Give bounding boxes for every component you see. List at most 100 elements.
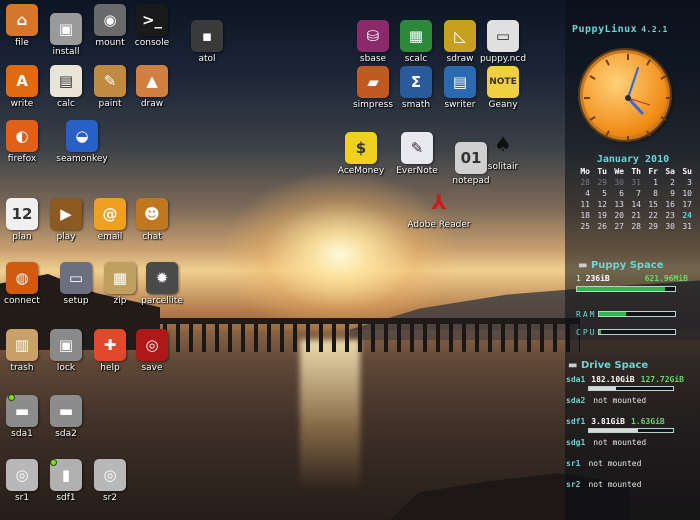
drive-row-sdf1: sdf1 3.81GiB 1.63GiB bbox=[566, 417, 665, 426]
calendar-day: 14 bbox=[631, 200, 641, 209]
calendar-day: 18 bbox=[580, 211, 590, 220]
save-icon: ◎ bbox=[136, 329, 168, 361]
desktop-icon-geany[interactable]: NOTE Geany bbox=[468, 66, 538, 110]
icon-label: file bbox=[15, 38, 29, 48]
icon-label: Adobe Reader bbox=[407, 220, 471, 230]
drive-space-title: ▬ Drive Space bbox=[568, 360, 649, 371]
calendar-day: 16 bbox=[665, 200, 675, 209]
desktop-icon-atol[interactable]: ▪ atol bbox=[172, 20, 242, 64]
ram-bar bbox=[598, 311, 676, 317]
geany-icon: NOTE bbox=[487, 66, 519, 98]
desktop-icon-parcellite[interactable]: ✹ parcellite bbox=[127, 262, 197, 306]
icon-label: solitair bbox=[487, 162, 519, 172]
calendar-day: 24 bbox=[682, 211, 692, 220]
icon-label: install bbox=[52, 47, 80, 57]
clock-face bbox=[584, 54, 672, 142]
icon-label: notepad bbox=[452, 176, 490, 186]
calendar-day: 8 bbox=[653, 189, 658, 198]
shapes-icon: ▲ bbox=[136, 65, 168, 97]
calendar-day: 6 bbox=[619, 189, 624, 198]
drive-status: not mounted bbox=[593, 438, 647, 447]
drive-row-sdg1: sdg1 not mounted bbox=[566, 438, 646, 447]
drive-status: not mounted bbox=[588, 480, 642, 489]
mounted-indicator bbox=[8, 394, 15, 401]
desktop-icon-chat[interactable]: ☻ chat bbox=[117, 198, 187, 242]
icon-label: sda1 bbox=[11, 429, 33, 439]
terminal-icon: >_ bbox=[136, 4, 168, 36]
calendar-day: 15 bbox=[648, 200, 658, 209]
calendar-day: 9 bbox=[670, 189, 675, 198]
clock-tick bbox=[646, 59, 651, 66]
calendar-day: 28 bbox=[580, 178, 590, 187]
drive-icon: ▬ bbox=[578, 260, 588, 271]
calendar-weekday: Fr bbox=[648, 167, 658, 176]
icon-label: sr2 bbox=[102, 493, 118, 503]
icon-label: atol bbox=[198, 54, 216, 64]
firefox-icon: ◐ bbox=[6, 120, 38, 152]
icon-label: AceMoney bbox=[337, 166, 385, 176]
atol-icon: ▪ bbox=[191, 20, 223, 52]
gear-icon: ✹ bbox=[146, 262, 178, 294]
calendar-day: 20 bbox=[614, 211, 624, 220]
calendar-day: 25 bbox=[580, 222, 590, 231]
calendar-day: 11 bbox=[580, 200, 590, 209]
calendar-weekday: Su bbox=[682, 167, 692, 176]
calendar-weekday: Tu bbox=[597, 167, 607, 176]
desktop-icon-sda2[interactable]: ▬ sda2 bbox=[31, 395, 101, 439]
calendar-weekday: We bbox=[614, 167, 624, 176]
drive-row-sda1: sda1 182.10GiB 127.72GiB bbox=[566, 375, 684, 384]
desktop-icon-sr2[interactable]: ◎ sr2 bbox=[75, 459, 145, 503]
money-icon: $ bbox=[345, 132, 377, 164]
icon-label: save bbox=[141, 363, 163, 373]
pier bbox=[150, 318, 580, 352]
calendar-grid: Mo Tu We Th Fr Sa Su 28 29 30 31 1 2 3 4 5 6 7 8 9 10 11 12 13 1… bbox=[572, 167, 694, 231]
calendar-day: 13 bbox=[614, 200, 624, 209]
calendar-day: 12 bbox=[597, 200, 607, 209]
calendar-weekday: Th bbox=[631, 167, 641, 176]
drive-name: sda1 bbox=[566, 375, 586, 384]
calendar-day: 2 bbox=[670, 178, 675, 187]
drive-row-sr1: sr1 not mounted bbox=[566, 459, 641, 468]
icon-label: write bbox=[10, 99, 34, 109]
calendar-day: 19 bbox=[597, 211, 607, 220]
calendar-day: 1 bbox=[653, 178, 658, 187]
ram-label: RAM bbox=[576, 310, 597, 319]
icon-label: seamonkey bbox=[56, 154, 108, 164]
drive-name: sda2 bbox=[566, 396, 586, 405]
chat-icon: ☻ bbox=[136, 198, 168, 230]
icon-label: plan bbox=[12, 232, 32, 242]
drive-name: sr2 bbox=[566, 480, 581, 489]
icon-label: connect bbox=[4, 296, 40, 306]
desktop-icon-draw[interactable]: ▲ draw bbox=[117, 65, 187, 109]
desktop-icon-solitair[interactable]: ♠ solitair bbox=[468, 128, 538, 172]
calendar-day: 21 bbox=[631, 211, 641, 220]
calendar-day: 10 bbox=[682, 189, 692, 198]
puppy-space-title: ▬ Puppy Space bbox=[578, 260, 664, 271]
clock-widget[interactable] bbox=[580, 50, 672, 142]
clock-tick bbox=[660, 75, 667, 80]
desktop-icon-puppy-ncd[interactable]: ▭ puppy.ncd bbox=[468, 20, 538, 64]
clock-tick bbox=[589, 75, 596, 80]
desktop-icon-seamonkey[interactable]: ◒ seamonkey bbox=[47, 120, 117, 164]
clock-tick bbox=[589, 116, 596, 121]
cpu-bar bbox=[598, 329, 676, 335]
calendar-day: 4 bbox=[585, 189, 590, 198]
icon-label: console bbox=[134, 38, 170, 48]
drive-name: sr1 bbox=[566, 459, 581, 468]
drive-free: 127.72GiB bbox=[640, 375, 684, 384]
icon-label: zip bbox=[113, 296, 127, 306]
cpu-label: CPU bbox=[576, 328, 597, 337]
drive-status: not mounted bbox=[593, 396, 647, 405]
calendar-day: 28 bbox=[631, 222, 641, 231]
drive-row-sr2: sr2 not mounted bbox=[566, 480, 641, 489]
drive-total: 182.10GiB bbox=[591, 375, 635, 384]
icon-label: Geany bbox=[488, 100, 518, 110]
clock-tick bbox=[605, 59, 610, 66]
calendar-widget: January 2010 Mo Tu We Th Fr Sa Su 28 29 30 31 1 2 3 4 5… bbox=[572, 154, 694, 231]
calendar-day: 29 bbox=[597, 178, 607, 187]
desktop-icon-adobe-reader[interactable]: ⅄ Adobe Reader bbox=[404, 186, 474, 230]
adobe-reader-icon: ⅄ bbox=[431, 190, 447, 214]
desktop-icon-save[interactable]: ◎ save bbox=[117, 329, 187, 373]
calendar-weekday: Sa bbox=[665, 167, 675, 176]
icon-label: firefox bbox=[7, 154, 37, 164]
